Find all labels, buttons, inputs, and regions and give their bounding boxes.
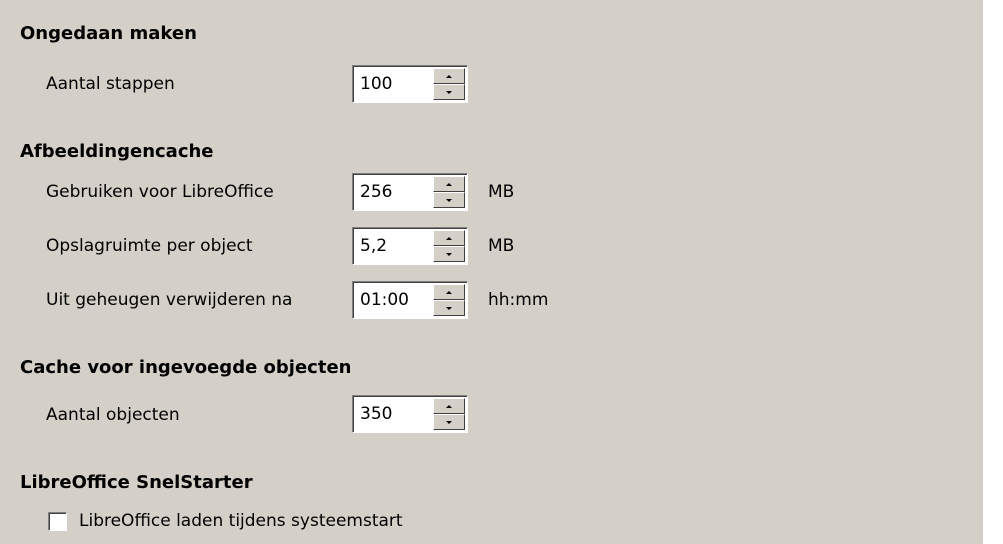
image-cache-remove-label: Uit geheugen verwijderen na bbox=[46, 290, 293, 310]
image-cache-remove-timefield[interactable]: 01:00 bbox=[352, 281, 468, 319]
chevron-up-icon bbox=[446, 182, 452, 186]
spin-down-button[interactable] bbox=[433, 246, 465, 262]
chevron-up-icon bbox=[446, 290, 452, 294]
quickstarter-heading: LibreOffice SnelStarter bbox=[20, 472, 253, 493]
object-cache-count-label: Aantal objecten bbox=[46, 405, 180, 425]
spin-up-button[interactable] bbox=[433, 176, 465, 192]
chevron-up-icon bbox=[446, 404, 452, 408]
image-cache-per-object-unit: MB bbox=[488, 236, 515, 256]
spin-down-button[interactable] bbox=[433, 414, 465, 430]
load-on-startup-checkbox[interactable] bbox=[48, 512, 67, 531]
undo-steps-spinfield[interactable]: 100 bbox=[352, 65, 468, 103]
spin-up-button[interactable] bbox=[433, 398, 465, 414]
object-cache-heading: Cache voor ingevoegde objecten bbox=[20, 357, 352, 378]
chevron-down-icon bbox=[446, 420, 452, 424]
chevron-down-icon bbox=[446, 306, 452, 310]
image-cache-heading: Afbeeldingencache bbox=[20, 141, 214, 162]
undo-steps-label: Aantal stappen bbox=[46, 74, 175, 94]
spin-up-button[interactable] bbox=[433, 68, 465, 84]
image-cache-remove-unit: hh:mm bbox=[488, 290, 549, 310]
object-cache-count-spinfield[interactable]: 350 bbox=[352, 395, 468, 433]
spin-down-button[interactable] bbox=[433, 84, 465, 100]
spin-up-button[interactable] bbox=[433, 284, 465, 300]
chevron-down-icon bbox=[446, 198, 452, 202]
spin-down-button[interactable] bbox=[433, 300, 465, 316]
memory-options-panel: Ongedaan maken Aantal stappen 100 Afbeel… bbox=[0, 0, 983, 544]
image-cache-use-label: Gebruiken voor LibreOffice bbox=[46, 182, 274, 202]
image-cache-use-value[interactable]: 256 bbox=[360, 182, 392, 202]
image-cache-remove-value[interactable]: 01:00 bbox=[360, 290, 409, 310]
chevron-down-icon bbox=[446, 90, 452, 94]
chevron-up-icon bbox=[446, 74, 452, 78]
image-cache-per-object-spinfield[interactable]: 5,2 bbox=[352, 227, 468, 265]
image-cache-use-spinfield[interactable]: 256 bbox=[352, 173, 468, 211]
image-cache-per-object-label: Opslagruimte per object bbox=[46, 236, 253, 256]
undo-heading: Ongedaan maken bbox=[20, 23, 197, 44]
object-cache-count-value[interactable]: 350 bbox=[360, 404, 392, 424]
undo-steps-value[interactable]: 100 bbox=[360, 74, 392, 94]
load-on-startup-label[interactable]: LibreOffice laden tijdens systeemstart bbox=[79, 511, 403, 531]
image-cache-per-object-value[interactable]: 5,2 bbox=[360, 236, 387, 256]
spin-up-button[interactable] bbox=[433, 230, 465, 246]
image-cache-use-unit: MB bbox=[488, 182, 515, 202]
chevron-up-icon bbox=[446, 236, 452, 240]
chevron-down-icon bbox=[446, 252, 452, 256]
spin-down-button[interactable] bbox=[433, 192, 465, 208]
right-edge-strip bbox=[983, 0, 1003, 544]
